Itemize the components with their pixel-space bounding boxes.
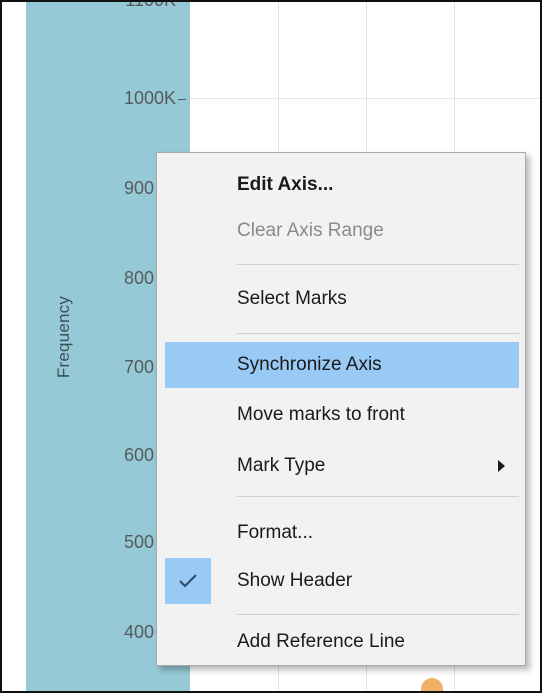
tick-label: 800 [123, 268, 154, 288]
menu-separator [237, 614, 519, 615]
menu-item-synchronize-axis[interactable]: Synchronize Axis [165, 342, 519, 388]
menu-item-label: Select Marks [237, 288, 347, 309]
menu-separator [237, 496, 519, 497]
submenu-arrow-icon [498, 460, 505, 472]
menu-item-mark-type[interactable]: Mark Type [165, 443, 519, 489]
menu-item-label: Synchronize Axis [237, 354, 382, 375]
data-mark[interactable] [421, 678, 443, 691]
grid-line [190, 98, 540, 99]
checkmark-icon [165, 558, 211, 604]
tick-label: 700 [123, 357, 154, 377]
menu-item-label: Show Header [237, 570, 353, 591]
menu-item-label: Clear Axis Range [237, 220, 384, 241]
menu-item-add-reference-line[interactable]: Add Reference Line [165, 619, 519, 665]
context-menu: Edit Axis... Clear Axis Range Select Mar… [156, 152, 526, 666]
menu-item-label: Add Reference Line [237, 631, 405, 652]
tick-mark [178, 99, 186, 100]
tick-label: 500 [123, 532, 154, 552]
menu-separator [237, 333, 519, 334]
menu-item-format[interactable]: Format... [165, 510, 519, 556]
menu-item-move-marks-to-front[interactable]: Move marks to front [165, 392, 519, 438]
tick-label: 900 [123, 178, 154, 198]
tick-label: 400 [123, 622, 154, 642]
menu-item-edit-axis[interactable]: Edit Axis... [165, 162, 519, 208]
tick-label: 600 [123, 445, 154, 465]
menu-separator [237, 264, 519, 265]
menu-item-clear-axis-range: Clear Axis Range [165, 208, 519, 254]
menu-item-label: Mark Type [237, 455, 326, 476]
menu-item-label: Format... [237, 522, 314, 543]
axis-title-label: Frequency [54, 295, 73, 379]
menu-item-label: Edit Axis... [237, 174, 334, 195]
tick-label: 1000K [123, 88, 176, 108]
tick-label: 1100K [125, 0, 176, 10]
menu-item-label: Move marks to front [237, 404, 405, 425]
menu-item-select-marks[interactable]: Select Marks [165, 276, 519, 322]
chart-view: Frequency 1100K 1000K 900 800 700 600 50… [0, 0, 542, 693]
menu-item-show-header[interactable]: Show Header [165, 558, 519, 604]
